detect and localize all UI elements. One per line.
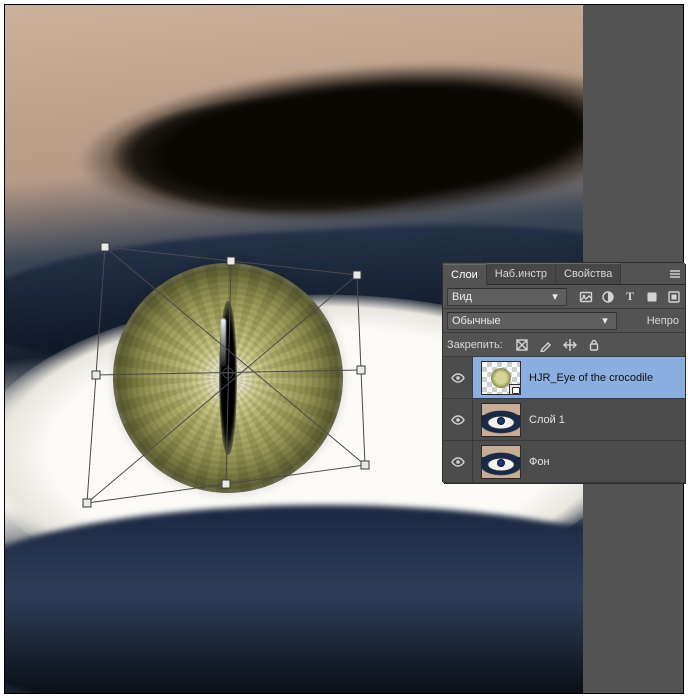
layer-visibility-toggle[interactable]	[443, 357, 473, 398]
filter-image-icon[interactable]	[579, 290, 593, 304]
layer-filter-icons: T	[579, 290, 681, 304]
lock-transparency-icon[interactable]	[515, 338, 529, 352]
overlay-crocodile-iris[interactable]	[113, 263, 343, 493]
lock-row: Закрепить:	[443, 333, 685, 357]
layer-thumbnail[interactable]	[481, 403, 521, 437]
layer-visibility-toggle[interactable]	[443, 441, 473, 482]
tab-tool-presets[interactable]: Наб.инстр	[487, 263, 556, 284]
layer-filter-kind-value: Вид	[452, 291, 472, 303]
panel-tabs: Слои Наб.инстр Свойства	[443, 263, 685, 285]
lock-label: Закрепить:	[447, 339, 505, 351]
lock-position-icon[interactable]	[563, 338, 577, 352]
chevron-up-down-icon: ▾	[598, 314, 612, 327]
layer-filter-row: Вид ▾ T	[443, 285, 685, 309]
image-lower-lid	[5, 505, 587, 693]
filter-type-icon[interactable]: T	[623, 290, 637, 304]
tab-properties[interactable]: Свойства	[556, 263, 621, 284]
layer-thumbnail[interactable]	[481, 445, 521, 479]
layer-thumbnail[interactable]	[481, 361, 521, 395]
layer-filter-kind-dropdown[interactable]: Вид ▾	[447, 288, 567, 306]
filter-smart-icon[interactable]	[667, 290, 681, 304]
opacity-label: Непро	[647, 315, 681, 327]
filter-adjustment-icon[interactable]	[601, 290, 615, 304]
layers-panel: Слои Наб.инстр Свойства Вид ▾ T	[443, 263, 685, 483]
layer-name[interactable]: HJR_Eye of the crocodile	[529, 372, 653, 384]
filter-shape-icon[interactable]	[645, 290, 659, 304]
smart-object-badge-icon	[509, 384, 521, 395]
layer-row[interactable]: Слой 1	[443, 399, 685, 441]
layer-name[interactable]: Фон	[529, 456, 550, 468]
lock-all-icon[interactable]	[587, 338, 601, 352]
layer-row[interactable]: Фон	[443, 441, 685, 483]
blend-opacity-row: Обычные ▾ Непро	[443, 309, 685, 333]
lock-pixels-icon[interactable]	[539, 338, 553, 352]
chevron-down-icon: ▾	[548, 290, 562, 303]
layers-list: HJR_Eye of the crocodile Слой 1 Фон	[443, 357, 685, 483]
layer-visibility-toggle[interactable]	[443, 399, 473, 440]
layer-name[interactable]: Слой 1	[529, 414, 565, 426]
blend-mode-value: Обычные	[452, 315, 501, 327]
blend-mode-dropdown[interactable]: Обычные ▾	[447, 312, 617, 330]
panel-menu-button[interactable]	[665, 263, 685, 284]
overlay-crocodile-pupil	[219, 301, 237, 456]
tab-layers[interactable]: Слои	[443, 264, 487, 285]
layer-row[interactable]: HJR_Eye of the crocodile	[443, 357, 685, 399]
